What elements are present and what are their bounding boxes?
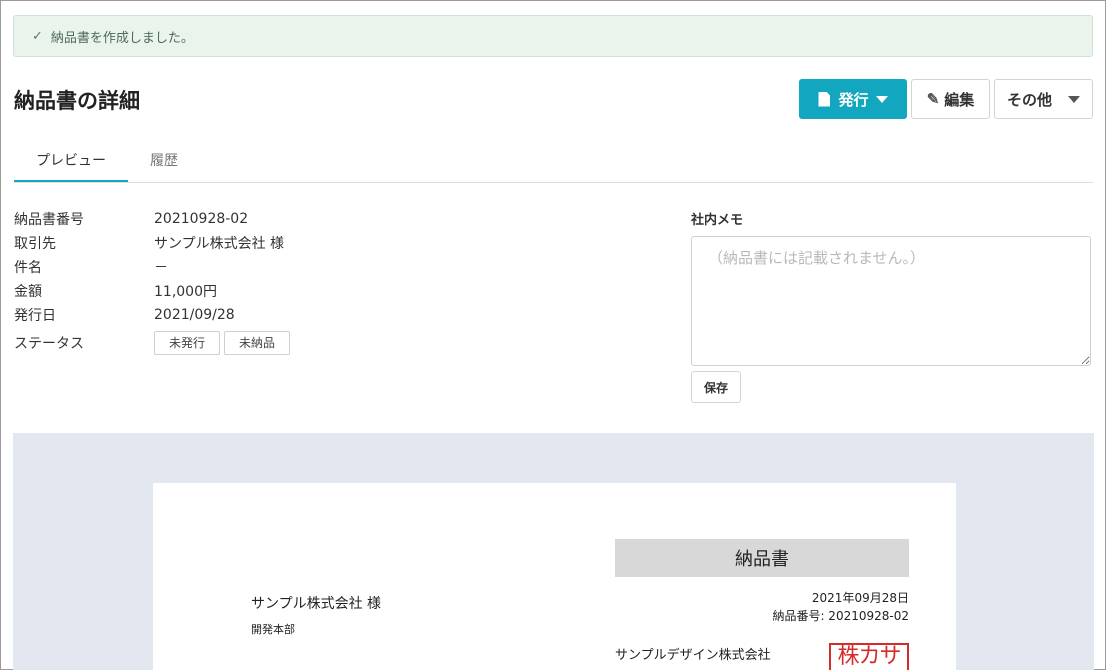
detail-label: 納品書番号 [14, 212, 84, 228]
detail-value: － [154, 260, 168, 276]
preview-area[interactable]: 納品書 サンプル株式会社 様 開発本部 2021年09月28日 納品番号: 20… [13, 433, 1094, 670]
document-date: 2021年09月28日 [811, 591, 909, 605]
issue-button-label: 発行 [838, 91, 869, 109]
other-button-label: その他 [1007, 91, 1053, 109]
detail-row-issue-date: 発行日 2021/09/28 [14, 303, 290, 327]
issue-button[interactable]: 発行 [799, 79, 907, 119]
alert-message: 納品書を作成しました。 [50, 30, 194, 46]
document-number: 納品番号: 20210928-02 [772, 609, 909, 623]
detail-label: 発行日 [14, 308, 56, 324]
success-alert: ✓ 納品書を作成しました。 [13, 15, 1093, 57]
status-badge: 未発行 [154, 331, 221, 355]
tab-bar: プレビュー 履歴 [14, 141, 1093, 183]
detail-row-subject: 件名 － [14, 255, 290, 279]
page-title: 納品書の詳細 [14, 89, 140, 113]
status-badge: 未納品 [224, 331, 291, 355]
caret-down-icon [875, 95, 888, 103]
company-seal-stamp: 株カサ [829, 643, 909, 670]
save-button[interactable]: 保存 [691, 371, 741, 403]
detail-label: 取引先 [14, 236, 56, 252]
document-client-name: サンプル株式会社 様 [251, 596, 382, 612]
document-title: 納品書 [615, 539, 909, 577]
pencil-icon: ✎ [926, 91, 940, 108]
document-icon [818, 91, 831, 107]
caret-down-icon [1068, 95, 1080, 103]
edit-button-label: 編集 [944, 91, 975, 109]
detail-label: 金額 [14, 284, 42, 300]
tab-history[interactable]: 履歴 [128, 141, 200, 182]
document-preview: 納品書 サンプル株式会社 様 開発本部 2021年09月28日 納品番号: 20… [153, 483, 956, 670]
detail-value: 20210928-02 [154, 211, 249, 227]
memo-label: 社内メモ [691, 213, 744, 228]
detail-row-amount: 金額 11,000円 [14, 279, 290, 303]
document-client-department: 開発本部 [251, 623, 295, 636]
detail-label: 件名 [14, 260, 42, 276]
memo-textarea[interactable] [691, 236, 1091, 366]
client-link[interactable]: サンプル株式会社 様 [154, 233, 284, 253]
detail-value: 2021/09/28 [154, 307, 235, 323]
detail-row-client: 取引先 サンプル株式会社 様 [14, 231, 290, 255]
status-badges: 未発行 未納品 [154, 331, 291, 355]
action-buttons: 発行 ✎ 編集 その他 [799, 79, 1093, 119]
edit-button[interactable]: ✎ 編集 [911, 79, 990, 119]
check-icon: ✓ [32, 28, 43, 44]
document-company: サンプルデザイン株式会社 [615, 648, 771, 663]
detail-label: ステータス [14, 336, 84, 352]
detail-value: 11,000円 [154, 284, 217, 300]
tab-preview[interactable]: プレビュー [14, 141, 128, 182]
detail-row-number: 納品書番号 20210928-02 [14, 207, 290, 231]
other-menu-button[interactable]: その他 [994, 79, 1093, 119]
detail-row-status: ステータス 未発行 未納品 [14, 327, 291, 359]
detail-list: 納品書番号 20210928-02 取引先 サンプル株式会社 様 件名 － 金額… [14, 207, 291, 359]
